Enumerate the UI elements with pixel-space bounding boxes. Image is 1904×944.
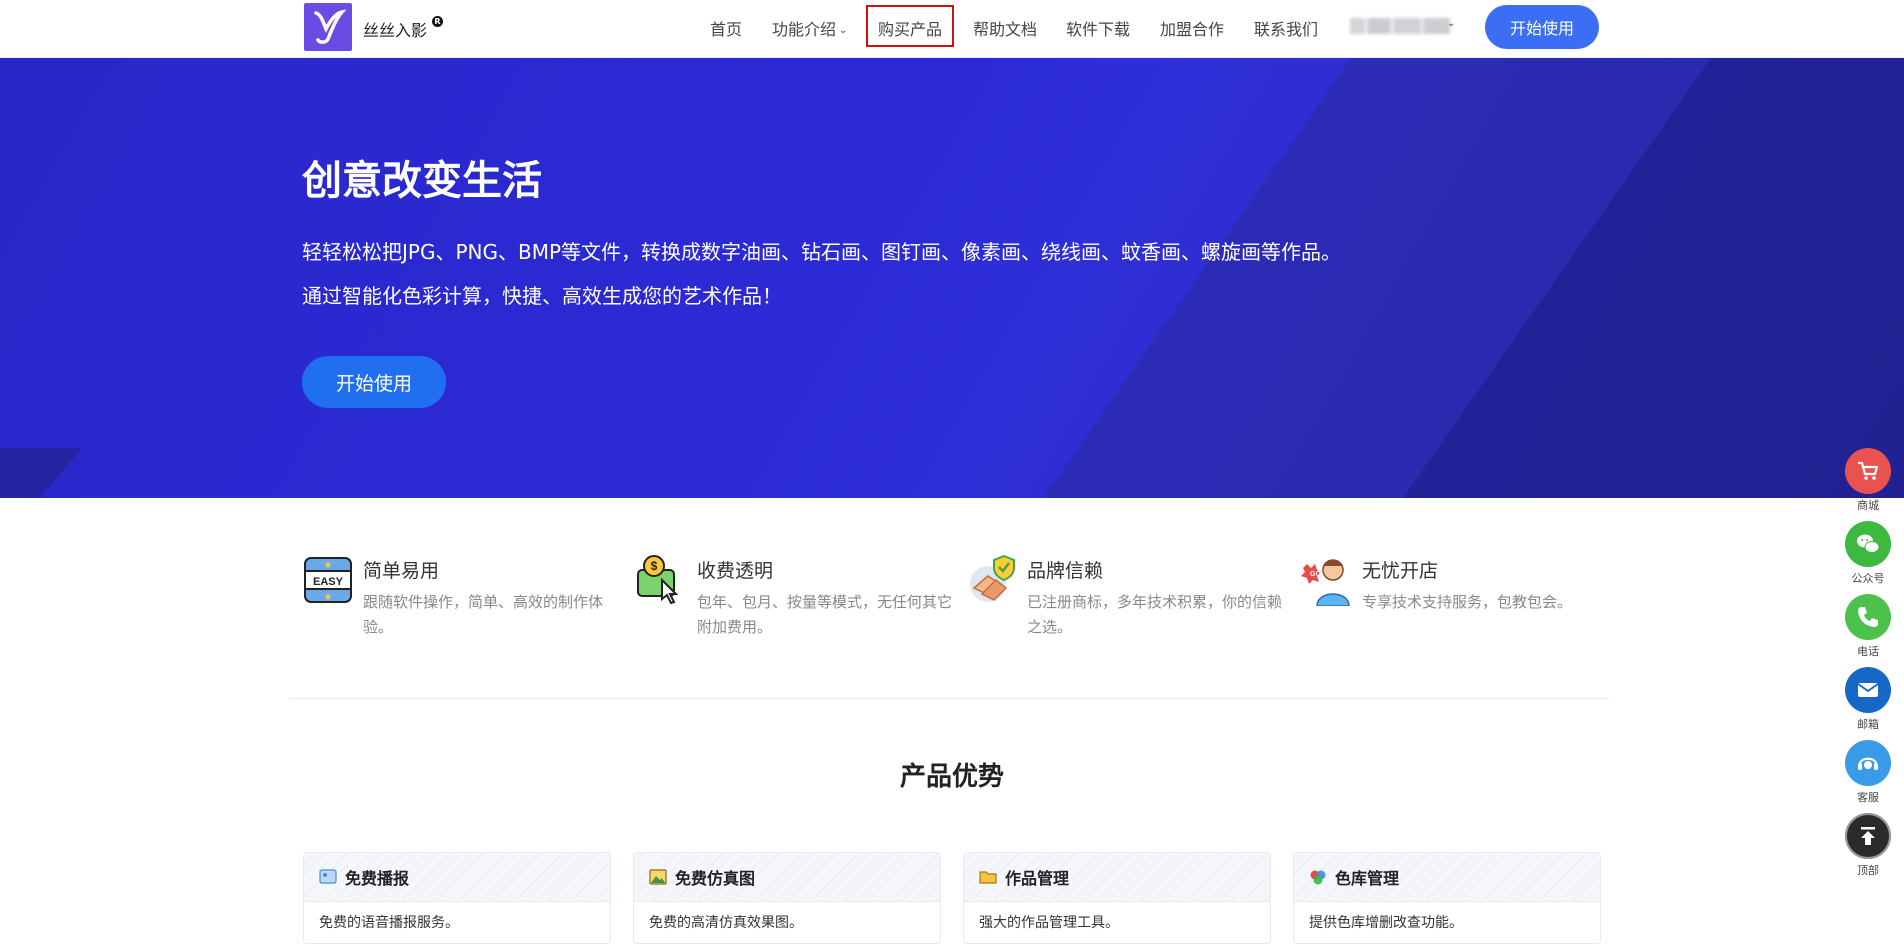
svg-text:★: ★ [324, 592, 333, 603]
nav-features-label: 功能介绍 [772, 20, 837, 39]
svg-text:EASY: EASY [313, 576, 344, 588]
card-free-preview[interactable]: 免费仿真图 免费的高清仿真效果图。 [633, 852, 941, 944]
hero-description-1: 轻轻松松把JPG、PNG、BMP等文件，转换成数字油画、钻石画、图钉画、像素画、… [302, 240, 1342, 264]
feature-desc: 已注册商标，多年技术积累，你的信赖之选。 [1027, 593, 1283, 636]
wechat-icon [1857, 534, 1880, 553]
nav-help-label: 帮助文档 [973, 20, 1038, 39]
mail-icon [1857, 683, 1879, 697]
card-works-management[interactable]: 作品管理 强大的作品管理工具。 [963, 852, 1271, 944]
svg-text:★: ★ [324, 560, 333, 571]
color-palette-icon [1310, 870, 1326, 885]
chevron-down-icon[interactable]: ⌄ [1447, 18, 1455, 29]
feature-title: 收费透明 [697, 560, 774, 582]
card-color-library[interactable]: 色库管理 提供色库增删改查功能。 [1293, 852, 1601, 944]
card-header: 免费播报 [304, 853, 610, 902]
card-title: 免费仿真图 [675, 869, 756, 888]
card-free-broadcast[interactable]: 免费播报 免费的语音播报服务。 [303, 852, 611, 944]
svg-text:GO: GO [1310, 571, 1321, 578]
feature-desc: 包年、包月、按量等模式，无任何其它附加费用。 [697, 593, 953, 636]
registered-mark: R [432, 16, 443, 27]
float-shop-label: 商城 [1857, 499, 1879, 512]
card-header: 免费仿真图 [634, 853, 940, 902]
svg-text:$: $ [651, 559, 658, 573]
feature-title: 简单易用 [363, 560, 440, 582]
hero-start-button[interactable]: 开始使用 [302, 356, 446, 408]
nav-buy[interactable]: 购买产品 [878, 16, 942, 40]
card-desc: 提供色库增删改查功能。 [1309, 915, 1463, 931]
float-shop-button[interactable] [1845, 448, 1891, 494]
nav-download-label: 软件下载 [1066, 20, 1131, 39]
logo-glyph-icon [314, 9, 347, 44]
nav-home-label: 首页 [710, 20, 743, 39]
phone-icon [1858, 607, 1878, 627]
nav-contact[interactable]: 联系我们 [1254, 16, 1318, 40]
float-wechat-label: 公众号 [1851, 572, 1885, 585]
easy-icon: EASY ★ ★ [304, 557, 352, 603]
card-desc: 强大的作品管理工具。 [979, 915, 1119, 931]
hero-banner: 创意改变生活 轻轻松松把JPG、PNG、BMP等文件，转换成数字油画、钻石画、图… [0, 58, 1904, 498]
nav-download[interactable]: 软件下载 [1066, 16, 1130, 40]
customer-service-icon [1858, 757, 1878, 770]
hero-title: 创意改变生活 [302, 158, 542, 204]
float-mail-button[interactable] [1845, 667, 1891, 713]
nav-buy-label: 购买产品 [878, 20, 943, 39]
top-nav-bar: 丝丝入影 R 首页 功能介绍 ⌄ 购买产品 帮助文档 软件下载 加盟合作 联系我们… [0, 0, 1904, 58]
brand-name[interactable]: 丝丝入影 [363, 17, 427, 41]
nav-home[interactable]: 首页 [710, 16, 742, 40]
nav-contact-label: 联系我们 [1254, 20, 1319, 39]
card-title: 作品管理 [1005, 869, 1070, 888]
user-menu-blurred[interactable] [1350, 18, 1450, 34]
section-divider [290, 698, 1610, 699]
feature-support: GO 无忧开店 专享技术支持服务，包教包会。 [1301, 554, 1611, 644]
logo[interactable] [304, 3, 352, 51]
float-mail-label: 邮箱 [1857, 718, 1879, 731]
cart-icon [1858, 461, 1879, 480]
header-start-button[interactable]: 开始使用 [1485, 5, 1599, 49]
nav-help[interactable]: 帮助文档 [973, 16, 1037, 40]
float-wechat-button[interactable] [1845, 521, 1891, 567]
hero-decor-shape [0, 448, 82, 498]
feature-brand: 品牌信赖 已注册商标，多年技术积累，你的信赖之选。 [966, 554, 1282, 644]
picture-icon [649, 869, 667, 885]
coin-click-icon: $ [637, 555, 679, 605]
nav-partner[interactable]: 加盟合作 [1160, 16, 1224, 40]
float-service-label: 客服 [1857, 791, 1879, 804]
float-phone-label: 电话 [1857, 645, 1879, 658]
nav-features[interactable]: 功能介绍 ⌄ [772, 16, 847, 40]
float-top-label: 顶部 [1857, 864, 1879, 877]
card-desc: 免费的语音播报服务。 [319, 915, 459, 931]
hero-description-2: 通过智能化色彩计算，快捷、高效生成您的艺术作品！ [302, 284, 782, 308]
float-phone-button[interactable] [1845, 594, 1891, 640]
feature-title: 无忧开店 [1362, 560, 1439, 582]
card-title: 免费播报 [345, 869, 410, 888]
float-top-button[interactable] [1845, 813, 1891, 859]
feature-desc: 跟随软件操作，简单、高效的制作体验。 [363, 593, 604, 636]
feature-desc: 专享技术支持服务，包教包会。 [1362, 593, 1573, 611]
card-desc: 免费的高清仿真效果图。 [649, 915, 803, 931]
chevron-down-icon: ⌄ [839, 25, 848, 36]
feature-easy: EASY ★ ★ 简单易用 跟随软件操作，简单、高效的制作体验。 [302, 554, 612, 644]
card-header: 色库管理 [1294, 853, 1600, 902]
section-title: 产品优势 [899, 762, 1004, 792]
handshake-shield-icon [970, 554, 1015, 602]
back-to-top-icon [1861, 827, 1875, 845]
card-title: 色库管理 [1335, 869, 1400, 888]
card-header: 作品管理 [964, 853, 1270, 902]
float-service-button[interactable] [1845, 740, 1891, 786]
folder-icon [979, 871, 997, 884]
feature-pricing: $ 收费透明 包年、包月、按量等模式，无任何其它附加费用。 [636, 554, 952, 644]
feature-title: 品牌信赖 [1027, 560, 1104, 582]
support-person-icon: GO [1301, 559, 1350, 606]
nav-partner-label: 加盟合作 [1160, 20, 1225, 39]
broadcast-icon [319, 869, 337, 884]
